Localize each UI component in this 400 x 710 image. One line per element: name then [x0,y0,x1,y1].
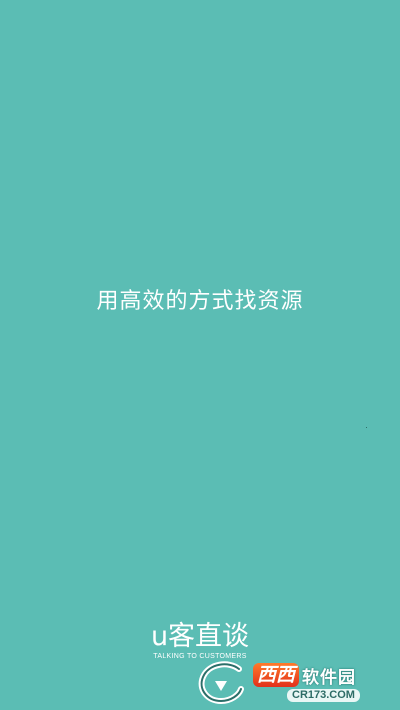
decorative-dot [366,427,367,428]
watermark-text: 西西 软件园 CR173.COM [253,663,360,702]
slogan-text: 用高效的方式找资源 [96,289,304,314]
watermark: 西西 软件园 CR173.COM [195,658,395,706]
watermark-label: 软件园 [302,667,357,688]
watermark-badge: 西西 [253,663,300,687]
splash-screen: 用高效的方式找资源 u客直谈 TALKING TO CUSTOMERS 西西 软… [0,0,400,710]
watermark-url: CR173.COM [287,688,360,702]
brand-logo: u客直谈 TALKING TO CUSTOMERS [130,621,270,661]
watermark-logo-icon [195,659,251,705]
brand-name: u客直谈 [150,621,250,652]
